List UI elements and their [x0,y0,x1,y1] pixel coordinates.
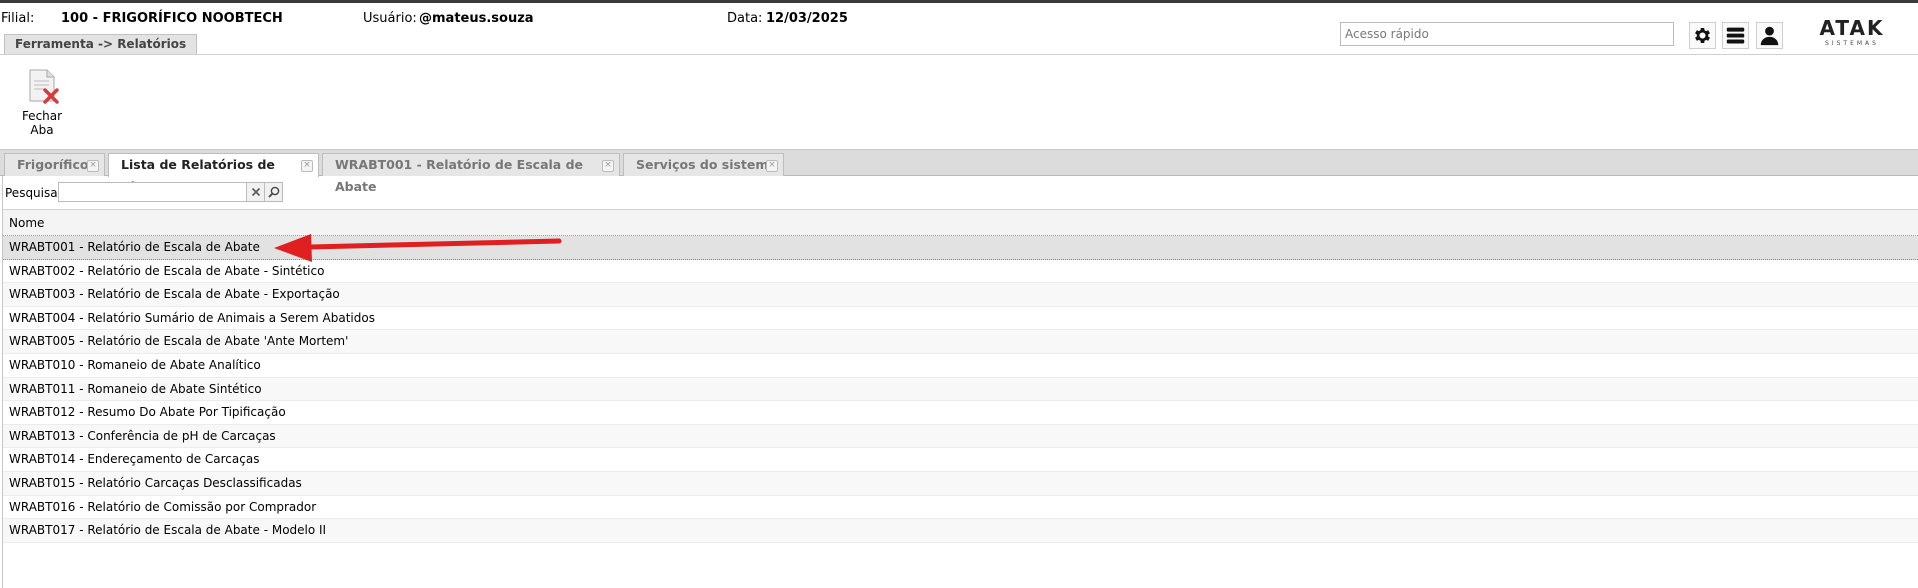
gear-icon [1695,27,1710,44]
clear-icon [251,187,260,197]
breadcrumb[interactable]: Ferramenta -> Relatórios [4,34,198,54]
header-divider [0,54,1918,55]
user-icon [1760,26,1779,46]
close-tab-button[interactable]: Fechar Aba [10,66,74,137]
close-tab-label: Fechar Aba [21,109,63,137]
close-icon[interactable]: × [87,160,99,172]
clear-search-button[interactable] [246,182,265,202]
table-row[interactable]: WRABT002 - Relatório de Escala de Abate … [3,260,1918,284]
filial-label: Filial: [1,11,35,26]
table-row[interactable]: WRABT016 - Relatório de Comissão por Com… [3,496,1918,520]
close-icon[interactable]: × [602,160,614,172]
data-label: Data: [727,11,763,26]
search-input[interactable] [58,182,247,202]
usuario-value: @mateus.souza [419,11,534,26]
tab-frigorifico[interactable]: Frigorífico × [4,153,105,176]
settings-button[interactable] [1689,22,1716,49]
user-button[interactable] [1756,22,1783,49]
table-row[interactable]: WRABT015 - Relatório Carcaças Desclassif… [3,471,1918,496]
table-row[interactable]: WRABT011 - Romaneio de Abate Sintético [3,377,1918,402]
close-icon[interactable]: × [766,160,778,172]
search-label: Pesquisar [5,186,63,200]
tab-label: Frigorífico [17,157,89,172]
top-border [0,0,1918,3]
menu-button[interactable] [1722,22,1749,49]
table-row[interactable]: WRABT004 - Relatório Sumário de Animais … [3,307,1918,331]
table-row[interactable]: WRABT010 - Romaneio de Abate Analítico [3,354,1918,378]
menu-icon [1726,27,1745,44]
tab-servicos-sistema[interactable]: Serviços do sistema × [623,153,784,176]
tab-bar: Frigorífico × Lista de Relatórios de Aba… [0,149,1918,194]
table-row[interactable]: WRABT017 - Relatório de Escala de Abate … [3,519,1918,543]
report-list: WRABT001 - Relatório de Escala de Abate … [3,236,1918,543]
tab-lista-relatorios-abate[interactable]: Lista de Relatórios de Abate × [108,153,319,194]
tab-wrabt001[interactable]: WRABT001 - Relatório de Escala de Abate … [322,153,620,194]
search-button[interactable] [264,182,283,202]
table-row[interactable]: WRABT013 - Conferência de pH de Carcaças [3,424,1918,449]
column-nome: Nome [9,216,45,230]
table-row[interactable]: WRABT003 - Relatório de Escala de Abate … [3,283,1918,307]
tab-label: Serviços do sistema [636,157,777,172]
close-document-icon [29,69,59,104]
table-row[interactable]: WRABT014 - Endereçamento de Carcaças [3,448,1918,472]
search-bar: Pesquisar [3,180,1918,204]
logo-subtext: SISTEMAS [1825,40,1879,47]
close-icon[interactable]: × [301,160,313,172]
table-row[interactable]: WRABT005 - Relatório de Escala de Abate … [3,330,1918,354]
table-row[interactable]: WRABT012 - Resumo Do Abate Por Tipificaç… [3,401,1918,425]
grid-column-header[interactable]: Nome [3,209,1918,236]
logo-text: ATAK [1820,18,1885,40]
data-value: 12/03/2025 [766,11,848,26]
search-icon [267,186,279,198]
quick-access-input[interactable] [1340,22,1674,46]
filial-value: 100 - FRIGORÍFICO NOOBTECH [61,11,283,26]
table-row[interactable]: WRABT001 - Relatório de Escala de Abate [3,236,1918,260]
atak-logo: ATAK SISTEMAS [1800,16,1905,48]
usuario-label: Usuário: [363,11,417,26]
